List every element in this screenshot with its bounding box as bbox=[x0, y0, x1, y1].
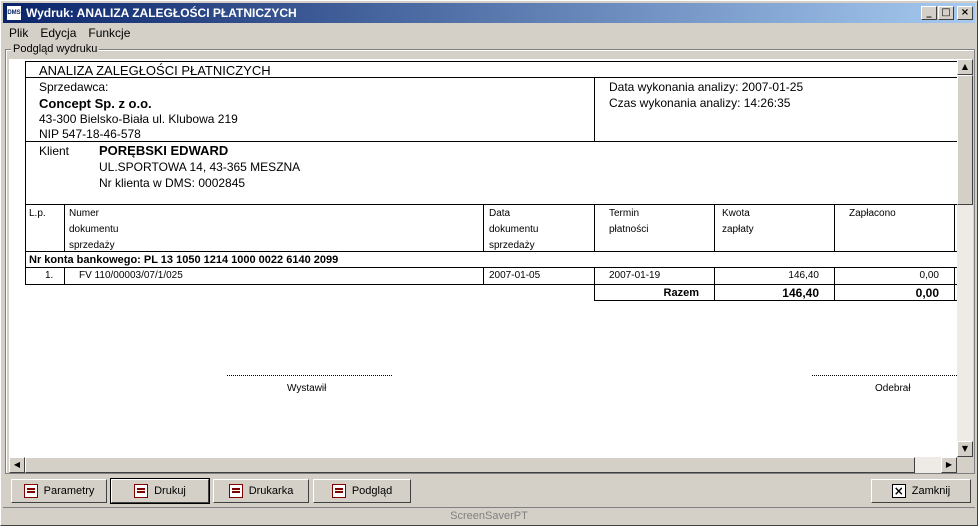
col-date-1: Data bbox=[489, 208, 511, 219]
client-number: Nr klienta w DMS: 0002845 bbox=[99, 176, 246, 190]
vertical-scroll-thumb[interactable] bbox=[957, 75, 973, 205]
col-date-3: sprzedaży bbox=[489, 240, 535, 251]
preview-label: Podgląd bbox=[351, 485, 393, 497]
analysis-time: Czas wykonania analizy: 14:26:35 bbox=[609, 96, 791, 110]
close-x-icon: × bbox=[891, 484, 906, 498]
col-date-2: dokumentu bbox=[489, 224, 539, 235]
preview-group-label: Podgląd wydruku bbox=[11, 43, 100, 55]
total-amount: 146,40 bbox=[782, 286, 819, 300]
close-button[interactable]: × Zamknij bbox=[871, 479, 971, 503]
printer-icon bbox=[228, 484, 243, 498]
printer-button[interactable]: Drukarka bbox=[213, 479, 309, 503]
params-label: Parametry bbox=[43, 485, 95, 497]
menu-bar: Plik Edycja Funkcje bbox=[3, 24, 136, 42]
row-paid: 0,00 bbox=[919, 270, 939, 281]
status-bar: ScreenSaverPT bbox=[3, 507, 975, 524]
col-doc-3: sprzedaży bbox=[69, 240, 115, 251]
col-term-1: Termin bbox=[609, 208, 640, 219]
print-button[interactable]: Drukuj bbox=[110, 478, 210, 504]
menu-edycja[interactable]: Edycja bbox=[34, 26, 82, 40]
close-icon[interactable]: × bbox=[957, 6, 973, 20]
main-window: DMS Wydruk: ANALIZA ZALEGŁOŚCI PŁATNICZY… bbox=[0, 0, 978, 526]
minimize-icon[interactable]: _ bbox=[921, 6, 937, 20]
report-title: ANALIZA ZALEGŁOŚCI PŁATNICZYCH bbox=[39, 63, 271, 78]
scroll-corner bbox=[957, 457, 973, 473]
window-title: Wydruk: ANALIZA ZALEGŁOŚCI PŁATNICZYCH bbox=[26, 6, 297, 20]
print-icon bbox=[134, 484, 149, 498]
menu-funkcje[interactable]: Funkcje bbox=[82, 26, 136, 40]
params-icon bbox=[23, 484, 38, 498]
row-doc: FV 110/00003/07/1/025 bbox=[79, 270, 183, 281]
preview-button[interactable]: Podgląd bbox=[313, 479, 411, 503]
scroll-down-icon[interactable]: ▼ bbox=[957, 441, 973, 457]
row-date: 2007-01-05 bbox=[489, 270, 541, 281]
scroll-right-icon[interactable]: ▶ bbox=[941, 457, 957, 473]
sign-issued: Wystawił bbox=[287, 383, 327, 394]
seller-address: 43-300 Bielsko-Biała ul. Klubowa 219 bbox=[39, 112, 238, 126]
col-term-2: płatności bbox=[609, 224, 649, 235]
print-label: Drukuj bbox=[154, 485, 186, 497]
col-lp: L.p. bbox=[29, 208, 46, 219]
analysis-date: Data wykonania analizy: 2007-01-25 bbox=[609, 80, 804, 94]
row-lp: 1. bbox=[45, 270, 54, 281]
app-icon: DMS bbox=[6, 5, 22, 21]
row-amount: 146,40 bbox=[788, 270, 819, 281]
col-doc-2: dokumentu bbox=[69, 224, 119, 235]
menu-plik[interactable]: Plik bbox=[3, 26, 34, 40]
horizontal-scrollbar[interactable]: ◀ ▶ bbox=[9, 457, 957, 473]
row-term: 2007-01-19 bbox=[609, 270, 661, 281]
params-button[interactable]: Parametry bbox=[11, 479, 107, 503]
col-paid: Zapłacono bbox=[849, 208, 896, 219]
horizontal-scroll-thumb[interactable] bbox=[25, 457, 915, 473]
col-doc-1: Numer bbox=[69, 208, 100, 219]
client-label: Klient bbox=[39, 144, 70, 158]
seller-nip: NIP 547-18-46-578 bbox=[39, 127, 141, 141]
close-label: Zamknij bbox=[911, 485, 951, 497]
seller-label: Sprzedawca: bbox=[39, 80, 109, 94]
col-amount-1: Kwota bbox=[722, 208, 750, 219]
title-bar[interactable]: DMS Wydruk: ANALIZA ZALEGŁOŚCI PŁATNICZY… bbox=[3, 3, 975, 23]
total-paid: 0,00 bbox=[915, 286, 939, 300]
total-label: Razem bbox=[663, 287, 699, 299]
vertical-scrollbar[interactable]: ▲ ▼ bbox=[957, 59, 973, 457]
sign-line-received bbox=[812, 375, 957, 376]
col-amount-2: zapłaty bbox=[722, 224, 754, 235]
printer-label: Drukarka bbox=[248, 485, 294, 497]
scroll-left-icon[interactable]: ◀ bbox=[9, 457, 25, 473]
report-preview[interactable]: ANALIZA ZALEGŁOŚCI PŁATNICZYCH Sprzedawc… bbox=[9, 59, 957, 457]
client-address: UL.SPORTOWA 14, 43-365 MESZNA bbox=[99, 160, 301, 174]
sign-received: Odebrał bbox=[875, 383, 911, 394]
client-name: PORĘBSKI EDWARD bbox=[99, 143, 229, 158]
scroll-up-icon[interactable]: ▲ bbox=[957, 59, 973, 75]
bank-account: Nr konta bankowego: PL 13 1050 1214 1000… bbox=[29, 254, 339, 266]
preview-icon bbox=[331, 484, 346, 498]
seller-name: Concept Sp. z o.o. bbox=[39, 96, 152, 111]
sign-line-issued bbox=[227, 375, 392, 376]
maximize-icon[interactable]: □ bbox=[938, 6, 954, 20]
